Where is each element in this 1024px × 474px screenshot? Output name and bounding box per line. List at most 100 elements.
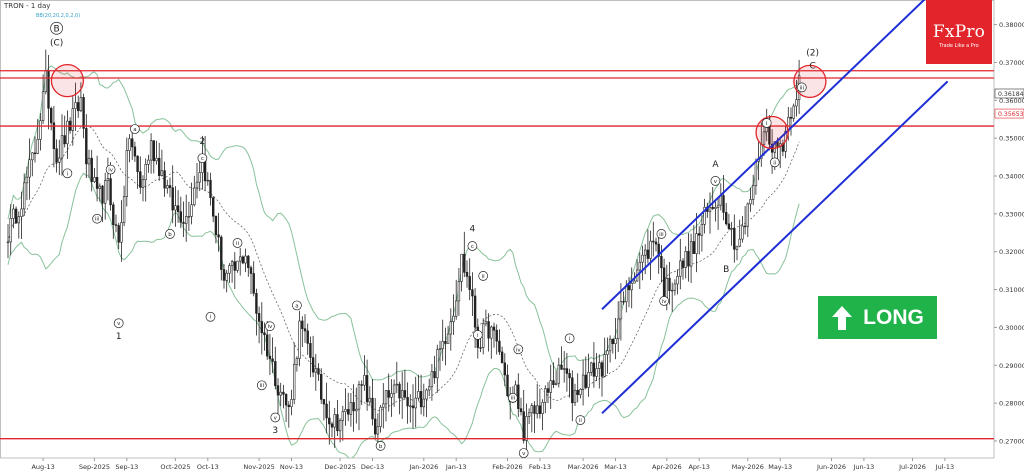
price-chart[interactable]: 0.27000 0.28000 0.29000 0.30000 0.31000 0.320…: [0, 0, 1024, 474]
candle-body: [98, 185, 102, 189]
bollinger-lower: [7, 172, 800, 458]
x-tick-label: Oct-2025: [160, 463, 190, 471]
candle-body: [228, 265, 231, 274]
candle-body: [446, 333, 450, 344]
candle-body: [600, 362, 604, 377]
candle-body: [193, 187, 196, 206]
candle-body: [573, 389, 577, 404]
candle-body: [471, 289, 474, 297]
candle-body: [336, 414, 339, 432]
candle-body: [39, 120, 42, 140]
x-tick-label: Nov-13: [280, 463, 303, 471]
candle-body: [751, 185, 755, 200]
wave-label: 3: [272, 426, 278, 436]
candle-body: [195, 181, 199, 189]
plot-area: B(C)a2civiiiibv1iiiaiviiiv3b4ciiiiviiiv5…: [0, 0, 994, 458]
wave-label: b: [379, 444, 383, 450]
candle-body: [244, 255, 247, 264]
candle-body: [114, 224, 118, 226]
candle-body: [392, 384, 396, 394]
candle-body: [714, 207, 717, 209]
candle-body: [128, 138, 131, 151]
candle-body: [633, 280, 636, 284]
long-label: LONG: [863, 305, 924, 329]
candle-body: [71, 108, 75, 131]
candle-body: [376, 426, 380, 435]
candle-body: [487, 321, 490, 339]
fxpro-logo[interactable]: FxPro Trade Like a Pro: [926, 0, 992, 64]
candle-body: [554, 382, 558, 385]
candle-body: [379, 406, 382, 427]
candle-body: [649, 240, 652, 259]
candle-body: [581, 374, 585, 390]
candle-body: [333, 414, 336, 428]
candle-body: [514, 384, 517, 395]
candle-body: [74, 102, 77, 110]
candle-body: [255, 293, 258, 314]
candle-body: [284, 394, 288, 406]
candle-body: [611, 338, 615, 345]
wave-label: ii: [773, 160, 777, 166]
y-tick-label: 0.38000: [999, 21, 1024, 29]
candle-body: [430, 371, 434, 388]
candle-body: [654, 241, 658, 245]
candle-body: [368, 397, 371, 403]
candle-body: [268, 355, 272, 360]
candle-body: [322, 399, 326, 405]
candle-body: [541, 402, 544, 414]
candle-body: [382, 403, 385, 408]
candle-body: [82, 97, 85, 129]
candle-body: [457, 281, 461, 302]
price-label: 0.35653: [998, 111, 1024, 118]
candle-body: [209, 179, 212, 199]
candle-body: [249, 267, 253, 274]
candle-body: [344, 409, 347, 413]
wave-label: 4: [470, 225, 476, 235]
candle-body: [584, 374, 588, 388]
candle-body: [517, 384, 520, 409]
candle-body: [460, 253, 463, 282]
x-tick-label: Sep-13: [115, 463, 138, 471]
candle-body: [473, 295, 477, 328]
candle-body: [549, 380, 552, 393]
candle-body: [117, 225, 120, 243]
candle-body: [419, 391, 423, 408]
candle-body: [17, 216, 20, 224]
wave-label: A: [712, 160, 719, 170]
wave-label: iv: [516, 347, 522, 353]
candle-body: [495, 329, 498, 342]
candle-body: [109, 178, 112, 206]
candle-body: [603, 354, 606, 377]
wave-label: c: [471, 244, 474, 250]
candle-body: [743, 225, 747, 228]
candle-body: [66, 120, 69, 145]
candle-body: [622, 301, 625, 303]
candle-body: [85, 128, 88, 165]
x-tick-label: Jun-2026: [816, 463, 846, 471]
candle-body: [538, 405, 542, 414]
candle-body: [552, 380, 555, 385]
candle-body: [160, 170, 164, 176]
candle-body: [490, 326, 493, 339]
candle-body: [390, 393, 393, 398]
candle-body: [454, 300, 458, 317]
brand-tagline: Trade Like a Pro: [939, 43, 979, 49]
candle-body: [646, 249, 650, 259]
candle-body: [398, 383, 401, 399]
candle-body: [171, 187, 174, 211]
y-tick-label: 0.37000: [999, 59, 1024, 67]
candle-body: [106, 178, 110, 181]
candle-body: [571, 377, 574, 404]
candle-body: [533, 405, 536, 414]
candle-body: [670, 289, 674, 292]
long-signal-badge: LONG: [818, 296, 937, 339]
candle-body: [652, 240, 655, 243]
candle-body: [525, 416, 528, 441]
candle-body: [684, 251, 687, 268]
x-tick-label: Mar-2026: [568, 463, 599, 471]
candle-body: [387, 390, 390, 398]
candle-body: [349, 402, 353, 415]
candle-body: [125, 150, 129, 197]
wave-label: b: [168, 232, 172, 238]
candle-body: [295, 358, 299, 365]
